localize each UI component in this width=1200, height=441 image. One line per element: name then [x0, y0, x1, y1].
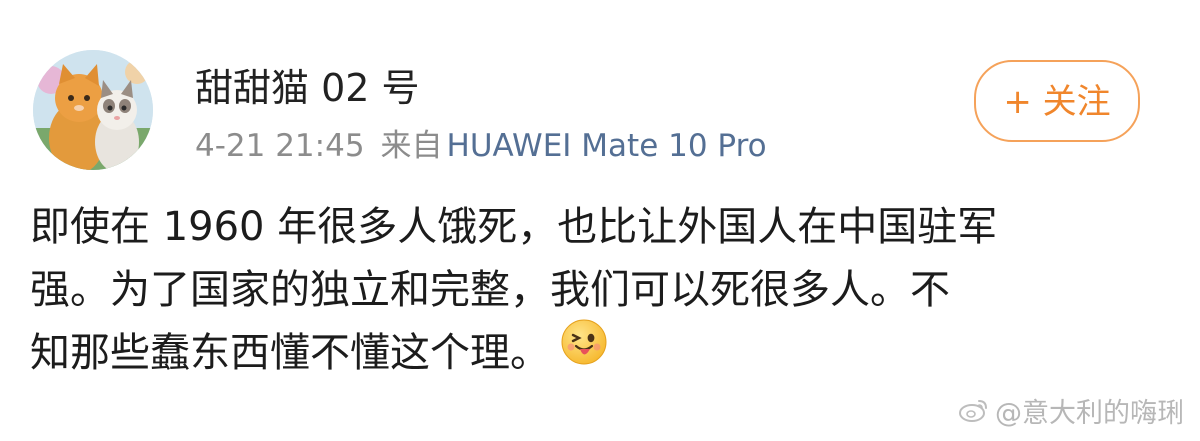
post-body-line-3-text: 知那些蠢东西懂不懂这个理。 [30, 330, 550, 376]
post-timestamp: 4-21 21:45 [195, 128, 365, 164]
post-body-line-3: 知那些蠢东西懂不懂这个理。 [30, 319, 1165, 385]
cat-avatar-image [33, 50, 153, 170]
post-meta: 4-21 21:45 来自 HUAWEI Mate 10 Pro [195, 124, 767, 168]
username[interactable]: 甜甜猫 02 号 [195, 62, 420, 114]
watermark-text: @意大利的嗨琍 [995, 397, 1184, 429]
watermark: @意大利的嗨琍 [959, 397, 1184, 432]
post-body-line-2: 强。为了国家的独立和完整，我们可以死很多人。不 [30, 267, 950, 313]
weibo-logo-icon [959, 397, 989, 431]
device-link[interactable]: HUAWEI Mate 10 Pro [447, 128, 767, 164]
post-body: 即使在 1960 年很多人饿死，也比让外国人在中国驻军 强。为了国家的独立和完整… [30, 196, 1165, 385]
follow-button[interactable]: + 关注 [974, 60, 1140, 142]
source-prefix: 来自 [380, 128, 443, 164]
post-body-line-1: 即使在 1960 年很多人饿死，也比让外国人在中国驻军 [30, 204, 998, 250]
avatar[interactable] [33, 50, 153, 170]
tongue-wink-emoji-icon [560, 318, 608, 385]
